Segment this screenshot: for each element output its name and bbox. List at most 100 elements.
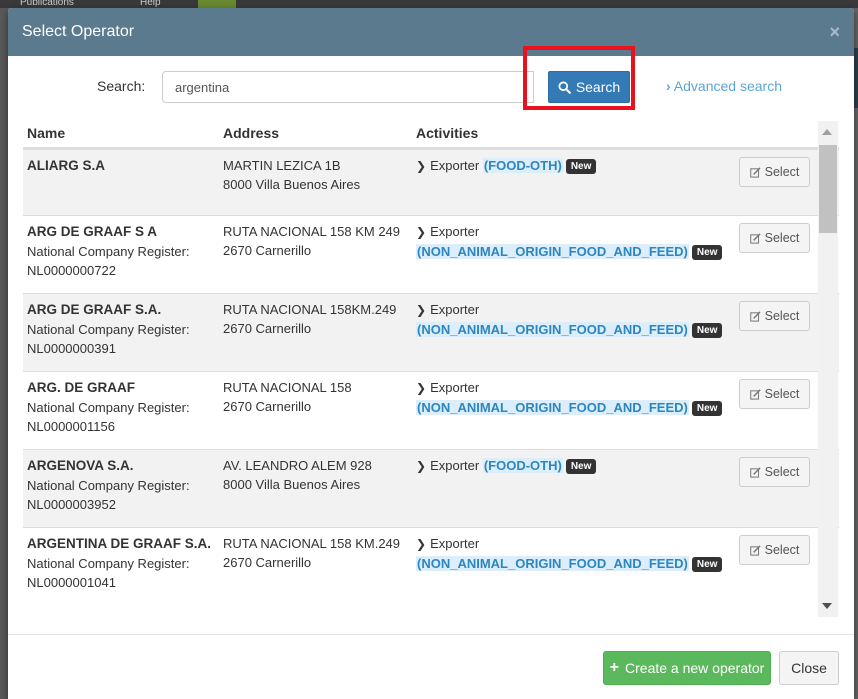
operator-name: ARGENTINA DE GRAAF S.A. (27, 536, 212, 551)
address-line-2: 8000 Villa Buenos Aires (223, 477, 361, 492)
activity-code-link[interactable]: (NON_ANIMAL_ORIGIN_FOOD_AND_FEED) (416, 244, 689, 259)
operator-register: National Company Register: NL0000003952 (27, 478, 190, 512)
address-line-2: 8000 Villa Buenos Aires (223, 177, 361, 192)
operator-register: National Company Register: NL0000001156 (27, 400, 190, 434)
table-scrollbar[interactable] (818, 121, 838, 617)
edit-icon (749, 166, 761, 178)
new-badge: New (565, 159, 597, 174)
address-line-1: AV. LEANDRO ALEM 928 (223, 458, 372, 473)
address-line-2: 2670 Carnerillo (223, 321, 312, 336)
chevron-right-icon: ❯ (416, 381, 427, 395)
address-line-2: 2670 Carnerillo (223, 399, 312, 414)
select-operator-button[interactable]: Select (739, 223, 810, 253)
address-line-1: RUTA NACIONAL 158 KM.249 (223, 536, 401, 551)
select-operator-button[interactable]: Select (739, 157, 810, 187)
modal-header: Select Operator × (8, 8, 854, 56)
table-row: ARGENOVA S.A. National Company Register:… (23, 449, 839, 527)
create-operator-button[interactable]: + Create a new operator (603, 651, 771, 685)
chevron-right-icon: ❯ (416, 303, 427, 317)
operator-activities-cell: ❯ Exporter (FOOD-OTH) New (412, 450, 735, 527)
chevron-right-icon: ❯ (416, 225, 427, 239)
edit-icon (749, 544, 761, 556)
select-button-label: Select (764, 165, 800, 179)
activity-type: Exporter (430, 224, 480, 239)
search-label: Search: (97, 78, 146, 94)
select-operator-button[interactable]: Select (739, 379, 810, 409)
new-badge: New (691, 245, 723, 260)
new-badge: New (691, 323, 723, 338)
scroll-thumb[interactable] (819, 145, 837, 233)
advanced-search-label: Advanced search (673, 78, 782, 94)
new-badge: New (691, 557, 723, 572)
operator-activities-cell: ❯ Exporter (NON_ANIMAL_ORIGIN_FOOD_AND_FE… (412, 294, 735, 371)
table-body: ALIARG S.A MARTIN LEZICA 1B 8000 Villa B… (23, 149, 839, 625)
table-row: ARG DE GRAAF S.A. National Company Regis… (23, 293, 839, 371)
operator-address-cell: AV. LEANDRO ALEM 928 8000 Villa Buenos A… (219, 450, 412, 527)
edit-icon (749, 466, 761, 478)
address-line-1: RUTA NACIONAL 158KM.249 (223, 302, 397, 317)
background-tab-help: Help (140, 0, 161, 8)
operator-register: National Company Register: NL0000001041 (27, 556, 190, 590)
header-address: Address (223, 124, 280, 141)
header-activities: Activities (416, 124, 479, 141)
select-button-label: Select (764, 231, 800, 245)
operator-name-cell: ARG. DE GRAAF National Company Register:… (23, 372, 219, 449)
new-badge: New (565, 459, 597, 474)
operator-name: ARG DE GRAAF S.A. (27, 302, 162, 317)
select-operator-button[interactable]: Select (739, 457, 810, 487)
select-button-label: Select (764, 465, 800, 479)
search-button[interactable]: Search (548, 71, 630, 103)
close-button[interactable]: Close (779, 651, 839, 685)
background-left-edge (0, 8, 8, 699)
scroll-up-arrow[interactable] (822, 129, 832, 135)
activity-code-link[interactable]: (FOOD-OTH) (482, 158, 563, 173)
search-button-label: Search (575, 79, 621, 95)
table-row: ALIARG S.A MARTIN LEZICA 1B 8000 Villa B… (23, 149, 839, 215)
background-toolbar: Publications Help (0, 0, 858, 8)
operator-activities-cell: ❯ Exporter (FOOD-OTH) New (412, 150, 735, 215)
create-operator-label: Create a new operator (625, 660, 765, 676)
chevron-right-icon: ❯ (416, 537, 427, 551)
activity-code-link[interactable]: (NON_ANIMAL_ORIGIN_FOOD_AND_FEED) (416, 322, 689, 337)
operator-name-cell: ARG DE GRAAF S.A. National Company Regis… (23, 294, 219, 371)
activity-code-link[interactable]: (NON_ANIMAL_ORIGIN_FOOD_AND_FEED) (416, 400, 689, 415)
activity-code-link[interactable]: (NON_ANIMAL_ORIGIN_FOOD_AND_FEED) (416, 556, 689, 571)
select-operator-button[interactable]: Select (739, 301, 810, 331)
operator-name: ARG. DE GRAAF (27, 380, 135, 395)
search-input[interactable] (162, 71, 534, 103)
operator-action-cell: Select (735, 216, 815, 293)
select-operator-modal: Select Operator × Search: Search › Advan… (8, 8, 854, 699)
operator-name-cell: ARGENTINA DE GRAAF S.A. National Company… (23, 528, 219, 625)
operator-register: National Company Register: NL0000000391 (27, 322, 190, 356)
operator-activities-cell: ❯ Exporter (NON_ANIMAL_ORIGIN_FOOD_AND_FE… (412, 216, 735, 293)
activity-code-link[interactable]: (FOOD-OTH) (482, 458, 563, 473)
activity-type: Exporter (430, 158, 480, 173)
operator-action-cell: Select (735, 372, 815, 449)
scroll-down-arrow[interactable] (822, 603, 832, 609)
table-header: Name Address Activities (23, 118, 839, 149)
close-icon[interactable]: × (829, 22, 840, 43)
operator-action-cell: Select (735, 528, 815, 625)
operator-register: National Company Register: NL0000000722 (27, 244, 190, 278)
background-tab-publications: Publications (20, 0, 74, 8)
operator-action-cell: Select (735, 150, 815, 215)
operator-name-cell: ARG DE GRAAF S A National Company Regist… (23, 216, 219, 293)
header-name: Name (27, 124, 66, 141)
chevron-right-icon: ❯ (416, 159, 427, 173)
activity-type: Exporter (430, 380, 480, 395)
advanced-search-link[interactable]: › Advanced search (666, 78, 782, 94)
select-operator-button[interactable]: Select (739, 535, 810, 565)
table-row: ARG DE GRAAF S A National Company Regist… (23, 215, 839, 293)
operator-address-cell: RUTA NACIONAL 158 KM 249 2670 Carnerillo (219, 216, 412, 293)
operator-activities-cell: ❯ Exporter (NON_ANIMAL_ORIGIN_FOOD_AND_FE… (412, 372, 735, 449)
chevron-right-icon: ❯ (416, 459, 427, 473)
select-button-label: Select (764, 309, 800, 323)
operator-name-cell: ALIARG S.A (23, 150, 219, 215)
operator-address-cell: RUTA NACIONAL 158 2670 Carnerillo (219, 372, 412, 449)
modal-footer: + Create a new operator Close (8, 634, 854, 699)
address-line-2: 2670 Carnerillo (223, 555, 312, 570)
background-tab-green (198, 0, 236, 8)
operator-name-cell: ARGENOVA S.A. National Company Register:… (23, 450, 219, 527)
plus-icon: + (609, 659, 620, 676)
edit-icon (749, 388, 761, 400)
